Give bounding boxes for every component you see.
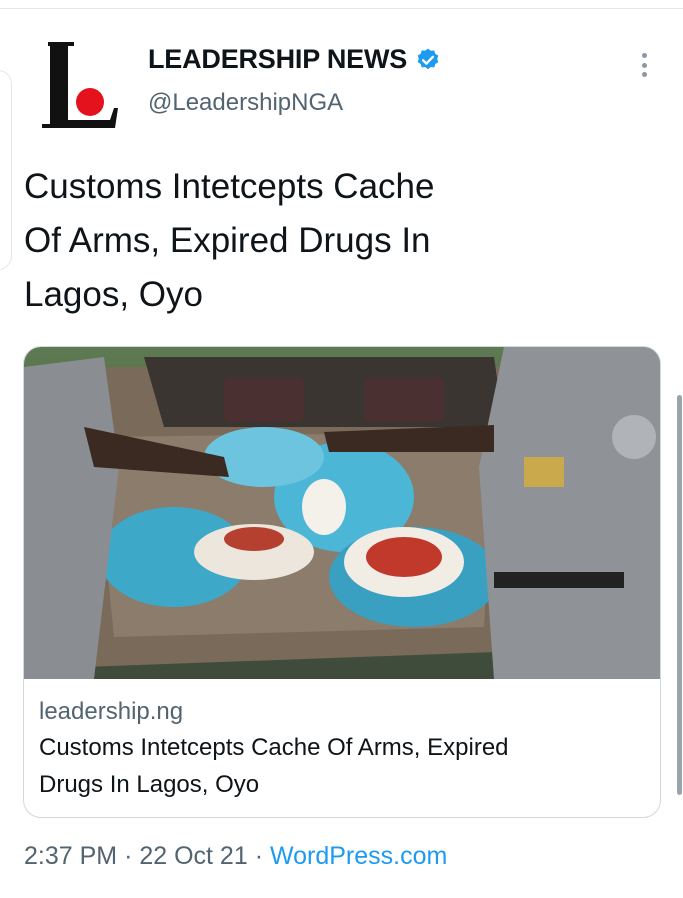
card-domain: leadership.ng	[39, 698, 184, 725]
leadership-logo-avatar[interactable]	[38, 38, 122, 132]
tweet-text-line: Customs Intetcepts Cache	[24, 167, 435, 206]
card-title: Customs Intetcepts Cache Of Arms, Expire…	[39, 729, 645, 803]
tweet-text: Customs Intetcepts Cache Of Arms, Expire…	[24, 160, 584, 322]
verified-badge-icon	[417, 48, 439, 69]
separator: ·	[254, 842, 264, 870]
display-name[interactable]: LEADERSHIP NEWS	[148, 44, 407, 75]
tweet-date[interactable]: 22 Oct 21	[139, 842, 247, 870]
user-handle[interactable]: @LeadershipNGA	[148, 89, 441, 117]
adjacent-panel-edge	[0, 70, 12, 270]
card-image[interactable]	[24, 347, 660, 679]
card-title-line: Customs Intetcepts Cache Of Arms, Expire…	[39, 734, 509, 761]
author-block[interactable]: LEADERSHIP NEWS @LeadershipNGA	[148, 44, 441, 117]
tweet-text-line: Lagos, Oyo	[24, 275, 203, 314]
tweet-source-link[interactable]: WordPress.com	[270, 842, 447, 870]
tweet-time[interactable]: 2:37 PM	[24, 842, 117, 870]
separator: ·	[124, 842, 133, 870]
tweet-meta: 2:37 PM · 22 Oct 21 · WordPress.com	[24, 842, 447, 871]
more-options-icon[interactable]	[636, 50, 652, 80]
card-title-line: Drugs In Lagos, Oyo	[39, 771, 260, 798]
link-preview-card[interactable]: leadership.ng Customs Intetcepts Cache O…	[23, 346, 661, 818]
top-divider	[0, 8, 683, 9]
tweet-text-line: Of Arms, Expired Drugs In	[24, 221, 431, 260]
scrollbar[interactable]	[677, 395, 682, 795]
card-meta[interactable]: leadership.ng Customs Intetcepts Cache O…	[24, 679, 660, 803]
